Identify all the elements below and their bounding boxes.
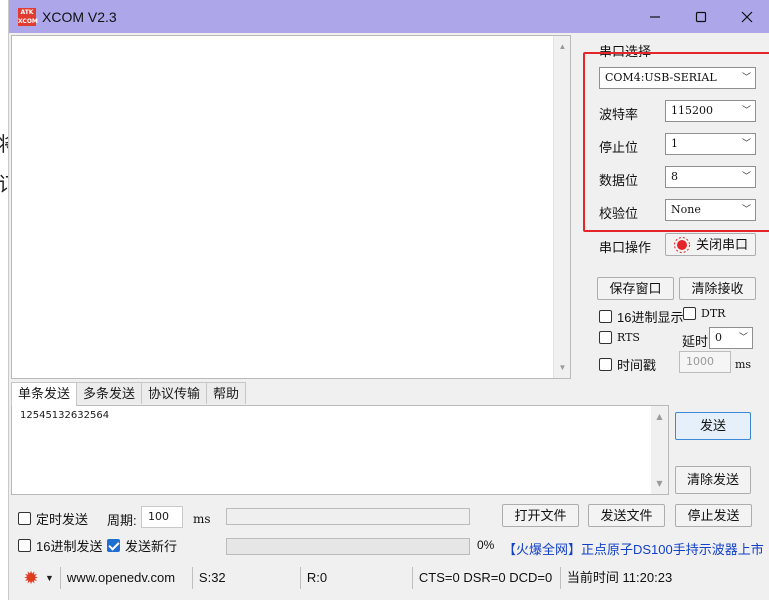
clear-receive-button[interactable]: 清除接收 xyxy=(679,277,756,300)
timed-send-checkbox[interactable]: 定时发送 xyxy=(18,509,88,528)
send-content: 12545132632564 xyxy=(20,410,110,421)
clear-send-button[interactable]: 清除发送 xyxy=(675,466,751,494)
receive-textarea[interactable]: ▲ ▼ xyxy=(11,35,571,379)
website-label: www.openedv.com xyxy=(59,566,192,589)
close-icon[interactable] xyxy=(724,0,769,33)
progress-percent: 0% xyxy=(477,538,495,552)
timestamp-checkbox[interactable]: 时间戳 xyxy=(599,355,656,374)
send-progress-bar xyxy=(226,538,470,555)
chevron-down-icon: ﹀ xyxy=(741,139,751,149)
maximize-icon[interactable] xyxy=(678,0,724,33)
minimize-icon[interactable] xyxy=(632,0,678,33)
stop-send-button[interactable]: 停止发送 xyxy=(675,504,752,527)
title-bar[interactable]: ATK XCOM XCOM V2.3 xyxy=(9,0,769,33)
timestamp-interval-input[interactable]: 1000 xyxy=(679,351,731,373)
current-time: 当前时间 11:20:23 xyxy=(559,566,700,589)
hex-send-checkbox[interactable]: 16进制发送 xyxy=(18,536,102,555)
sent-count: S:32 xyxy=(191,566,300,589)
promo-link[interactable]: 【火爆全网】正点原子DS100手持示波器上市 xyxy=(503,539,764,558)
rts-checkbox[interactable]: RTS xyxy=(599,331,640,344)
chevron-down-icon: ﹀ xyxy=(738,333,748,343)
send-textarea[interactable]: 12545132632564 ▲ ▼ xyxy=(11,405,669,495)
hex-display-checkbox[interactable]: 16进制显示 xyxy=(599,307,683,326)
port-select[interactable]: COM4:USB-SERIAL ﹀ xyxy=(599,67,756,89)
received-count: R:0 xyxy=(299,566,412,589)
tab-multi-send[interactable]: 多条发送 xyxy=(76,382,143,404)
scroll-down-icon[interactable]: ▼ xyxy=(651,475,668,492)
close-port-button[interactable]: 关闭串口 xyxy=(665,233,756,256)
scroll-up-icon[interactable]: ▲ xyxy=(554,38,571,55)
timestamp-unit: ms xyxy=(735,358,752,371)
save-window-button[interactable]: 保存窗口 xyxy=(597,277,674,300)
baud-label: 波特率 xyxy=(599,107,639,122)
tab-protocol[interactable]: 协议传输 xyxy=(141,382,208,404)
chevron-down-icon: ﹀ xyxy=(741,172,751,182)
chevron-down-icon: ﹀ xyxy=(741,73,751,83)
tab-single-send[interactable]: 单条发送 xyxy=(11,382,78,406)
chevron-down-icon: ﹀ xyxy=(741,205,751,215)
send-button[interactable]: 发送 xyxy=(675,412,751,440)
send-newline-checkbox[interactable]: 发送新行 xyxy=(107,536,177,555)
data-bits-label: 数据位 xyxy=(599,173,639,188)
scroll-up-icon[interactable]: ▲ xyxy=(651,408,668,425)
file-path-field xyxy=(226,508,470,525)
parity-label: 校验位 xyxy=(599,206,639,221)
app-logo: ATK XCOM xyxy=(18,7,38,26)
xcom-window: ATK XCOM XCOM V2.3 ▲ ▼ 串口选择 COM4:USB-SER… xyxy=(8,0,769,600)
period-input[interactable]: 100 xyxy=(141,506,183,528)
send-scrollbar[interactable]: ▲ ▼ xyxy=(651,406,668,494)
parity-select[interactable]: None ﹀ xyxy=(665,199,756,221)
baud-select[interactable]: 115200 ﹀ xyxy=(665,100,756,122)
stop-bits-select[interactable]: 1 ﹀ xyxy=(665,133,756,155)
period-label: 周期: xyxy=(107,513,137,528)
period-unit: ms xyxy=(193,512,211,526)
caret-down-icon[interactable]: ▼ xyxy=(45,573,54,583)
window-title: XCOM V2.3 xyxy=(42,8,117,25)
tab-help[interactable]: 帮助 xyxy=(206,382,247,404)
gear-icon[interactable]: ✹ xyxy=(21,567,41,589)
chevron-down-icon: ﹀ xyxy=(741,106,751,116)
open-file-button[interactable]: 打开文件 xyxy=(502,504,579,527)
data-bits-select[interactable]: 8 ﹀ xyxy=(665,166,756,188)
port-operation-label: 串口操作 xyxy=(599,240,652,255)
receive-scrollbar[interactable]: ▲ ▼ xyxy=(553,36,570,378)
delay-label: 延时 xyxy=(682,334,709,349)
dtr-checkbox[interactable]: DTR xyxy=(683,307,725,320)
send-file-button[interactable]: 发送文件 xyxy=(588,504,665,527)
line-status: CTS=0 DSR=0 DCD=0 xyxy=(411,566,560,589)
delay-select[interactable]: 0 ﹀ xyxy=(709,327,753,349)
stop-bits-label: 停止位 xyxy=(599,140,639,155)
send-tabs: 单条发送 多条发送 协议传输 帮助 xyxy=(11,382,247,406)
status-bar: ✹ ▼ www.openedv.com S:32 R:0 CTS=0 DSR=0… xyxy=(9,565,769,590)
port-status-indicator-icon xyxy=(673,236,690,253)
scroll-down-icon[interactable]: ▼ xyxy=(554,359,571,376)
